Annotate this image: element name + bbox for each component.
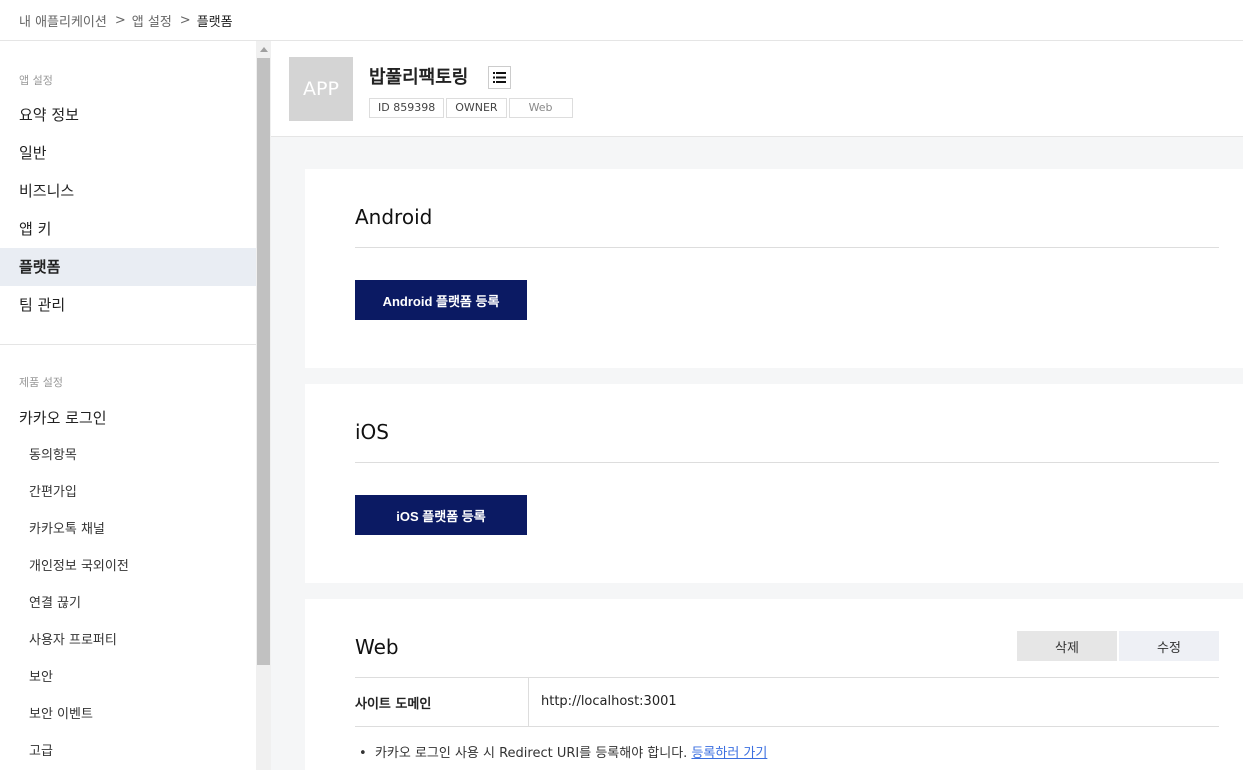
sidebar-item-platform[interactable]: 플랫폼 — [0, 248, 256, 286]
app-id-tag: ID 859398 — [369, 98, 445, 118]
sidebar-subitem-security-event[interactable]: 보안 이벤트 — [0, 696, 256, 733]
app-tags: ID 859398 OWNER Web — [369, 98, 575, 118]
scrollbar-thumb[interactable] — [257, 58, 270, 665]
sidebar-subitem-overseas-transfer[interactable]: 개인정보 국외이전 — [0, 548, 256, 585]
web-row-divider — [528, 678, 529, 726]
register-redirect-link[interactable]: 등록하러 가기 — [691, 746, 767, 761]
sidebar-item-app-key[interactable]: 앱 키 — [0, 210, 256, 248]
breadcrumb-platform: 플랫폼 — [196, 14, 233, 30]
android-divider — [355, 247, 1219, 248]
site-domain-value: http://localhost:3001 — [541, 694, 677, 709]
breadcrumb-separator: > — [179, 12, 191, 28]
register-ios-button[interactable]: iOS 플랫폼 등록 — [355, 495, 527, 535]
sidebar-subitem-unlink[interactable]: 연결 끊기 — [0, 585, 256, 622]
sidebar-scrollbar[interactable] — [256, 41, 271, 770]
list-icon — [493, 72, 506, 83]
sidebar-item-summary[interactable]: 요약 정보 — [0, 96, 256, 134]
app-name: 밥풀리팩토링 — [369, 67, 469, 88]
android-title: Android — [355, 205, 433, 229]
sidebar-subitem-kakaotalk-channel[interactable]: 카카오톡 채널 — [0, 511, 256, 548]
site-domain-label: 사이트 도메인 — [355, 697, 432, 712]
sidebar-section-app-settings: 앱 설정 — [19, 74, 53, 87]
redirect-note-text: 카카오 로그인 사용 시 Redirect URI를 등록해야 합니다. — [374, 746, 688, 761]
web-divider-bottom — [355, 726, 1219, 727]
sidebar-section-product-settings: 제품 설정 — [19, 376, 63, 389]
breadcrumb-my-apps[interactable]: 내 애플리케이션 — [19, 11, 107, 30]
breadcrumb: 내 애플리케이션 > 앱 설정 > 플랫폼 — [0, 0, 1243, 41]
ios-card: iOS iOS 플랫폼 등록 — [305, 384, 1243, 583]
app-thumbnail: APP — [289, 57, 353, 121]
ios-divider — [355, 462, 1219, 463]
main-content: APP 밥풀리팩토링 ID 859398 OWNER Web Android A… — [271, 41, 1243, 770]
sidebar-subitem-user-property[interactable]: 사용자 프로퍼티 — [0, 622, 256, 659]
app-list-button[interactable] — [488, 66, 511, 89]
sidebar-item-general[interactable]: 일반 — [0, 134, 256, 172]
breadcrumb-separator: > — [114, 12, 126, 28]
edit-button[interactable]: 수정 — [1119, 631, 1219, 661]
android-card: Android Android 플랫폼 등록 — [305, 169, 1243, 368]
web-divider-top — [355, 677, 1219, 678]
bullet: • — [359, 746, 375, 761]
sidebar-item-team[interactable]: 팀 관리 — [0, 286, 256, 324]
scroll-up-icon[interactable] — [256, 41, 271, 58]
sidebar-subitem-advanced[interactable]: 고급 — [0, 733, 256, 770]
app-platform-tag: Web — [508, 98, 573, 118]
ios-title: iOS — [355, 420, 389, 444]
register-android-button[interactable]: Android 플랫폼 등록 — [355, 280, 527, 320]
redirect-note: • 카카오 로그인 사용 시 Redirect URI를 등록해야 합니다. 등… — [359, 742, 767, 761]
delete-button[interactable]: 삭제 — [1017, 631, 1117, 661]
sidebar-item-kakao-login[interactable]: 카카오 로그인 — [0, 399, 256, 437]
sidebar: 앱 설정 요약 정보 일반 비즈니스 앱 키 플랫폼 팀 관리 제품 설정 카카… — [0, 41, 256, 770]
sidebar-item-business[interactable]: 비즈니스 — [0, 172, 256, 210]
web-title: Web — [355, 635, 399, 659]
sidebar-subitem-security[interactable]: 보안 — [0, 659, 256, 696]
sidebar-subitem-consent[interactable]: 동의항목 — [0, 437, 256, 474]
app-header: APP 밥풀리팩토링 ID 859398 OWNER Web — [271, 41, 1243, 137]
sidebar-subitem-simple-signup[interactable]: 간편가입 — [0, 474, 256, 511]
web-card: Web 삭제 수정 사이트 도메인 http://localhost:3001 … — [305, 599, 1243, 770]
app-role-tag: OWNER — [446, 98, 507, 118]
breadcrumb-app-settings[interactable]: 앱 설정 — [132, 11, 172, 30]
